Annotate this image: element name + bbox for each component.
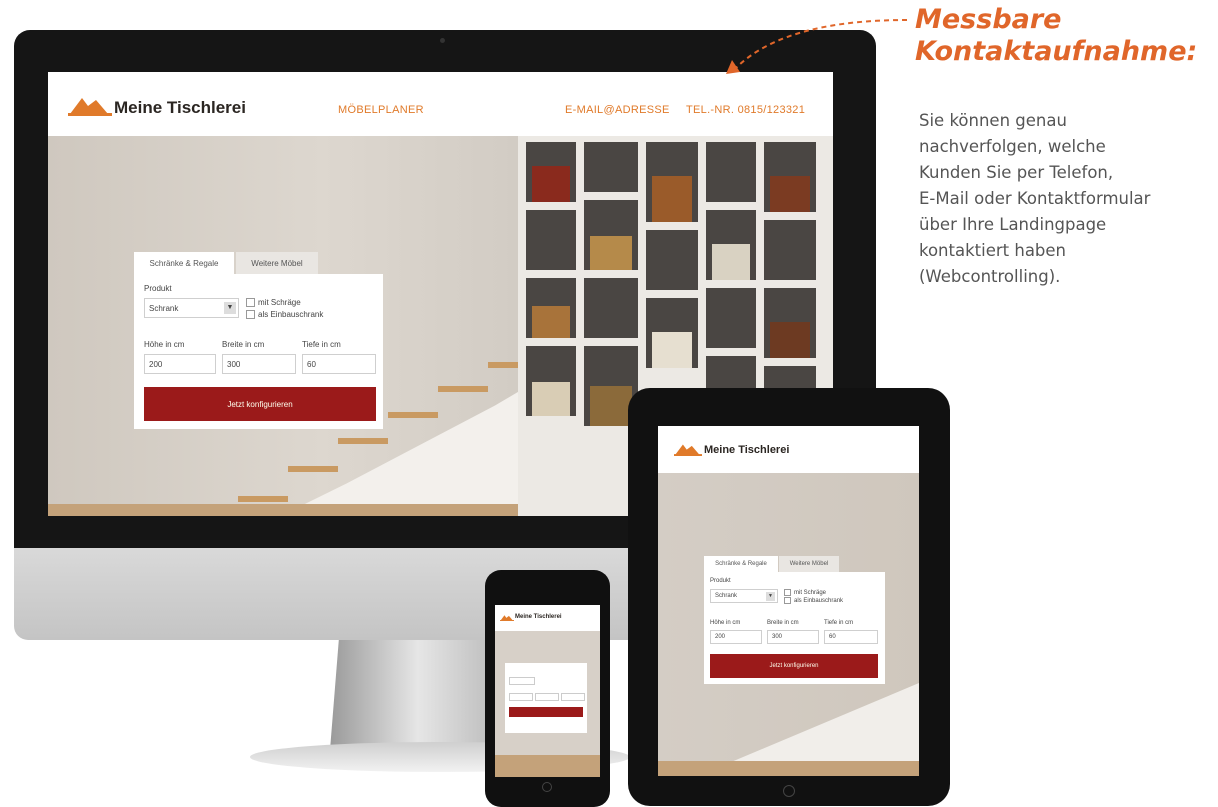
tab-weitere-moebel[interactable]: Weitere Möbel xyxy=(236,252,318,274)
configure-button[interactable]: Jetzt konfigurieren xyxy=(710,654,878,678)
width-label: Breite in cm xyxy=(767,620,799,626)
tablet-screen: Meine Tischlerei Schränke & Regale Weite… xyxy=(658,426,919,776)
tablet-tab-weitere-moebel[interactable]: Weitere Möbel xyxy=(779,556,839,572)
phone-home-button[interactable] xyxy=(542,782,552,792)
product-label: Produkt xyxy=(710,578,731,584)
dashed-arrow-icon xyxy=(726,19,908,74)
checkbox-label: als Einbauschrank xyxy=(258,310,324,319)
annotation-line: (Webcontrolling). xyxy=(919,267,1061,286)
height-input[interactable]: 200 xyxy=(710,630,762,644)
annotation-title-line1: Messbare xyxy=(915,4,1062,35)
phone-screen: Meine Tischlerei xyxy=(495,605,600,777)
product-label: Produkt xyxy=(144,284,172,293)
tablet-header: Meine Tischlerei xyxy=(658,426,919,473)
checkbox-label: mit Schräge xyxy=(794,589,827,596)
chevron-down-icon: ▼ xyxy=(766,592,775,601)
depth-label: Tiefe in cm xyxy=(302,340,341,349)
chevron-down-icon: ▼ xyxy=(224,302,236,314)
plane-logo-icon xyxy=(500,615,514,621)
phone-brand-name[interactable]: Meine Tischlerei xyxy=(515,614,562,620)
checkbox-icon xyxy=(784,589,791,596)
checkbox-mit-schraege[interactable]: mit Schräge xyxy=(784,589,826,596)
checkbox-mit-schraege[interactable]: mit Schräge xyxy=(246,298,301,307)
depth-input[interactable]: 60 xyxy=(302,354,376,374)
tab-schraenke[interactable]: Schränke & Regale xyxy=(134,252,234,274)
phone-floor xyxy=(495,755,600,777)
width-label: Breite in cm xyxy=(222,340,265,349)
width-input[interactable]: 300 xyxy=(767,630,819,644)
configurator-form: Produkt Schrank ▼ mit Schräge als Einbau… xyxy=(134,274,383,429)
tablet-brand-name[interactable]: Meine Tischlerei xyxy=(704,444,789,456)
product-select[interactable]: Schrank ▼ xyxy=(144,298,239,318)
checkbox-einbauschrank[interactable]: als Einbauschrank xyxy=(784,597,843,604)
checkbox-einbauschrank[interactable]: als Einbauschrank xyxy=(246,310,323,319)
annotation-line: nachverfolgen, welche xyxy=(919,137,1106,156)
annotation-line: E-Mail oder Kontaktformular xyxy=(919,189,1151,208)
annotation-line: über Ihre Landingpage xyxy=(919,215,1107,234)
product-select-value: Schrank xyxy=(715,593,738,599)
depth-label: Tiefe in cm xyxy=(824,620,854,626)
checkbox-icon xyxy=(784,597,791,604)
tablet-tab-schraenke[interactable]: Schränke & Regale xyxy=(704,556,778,572)
nav-email[interactable]: E-MAIL@ADRESSE xyxy=(565,104,670,116)
plane-logo-icon xyxy=(674,444,702,456)
configure-button[interactable]: Jetzt konfigurieren xyxy=(144,387,376,421)
product-select-value: Schrank xyxy=(149,303,179,313)
annotation-title-line2: Kontaktaufnahme: xyxy=(915,36,1198,67)
site-header: Meine Tischlerei MÖBELPLANER E-MAIL@ADRE… xyxy=(48,72,833,136)
height-label: Höhe in cm xyxy=(710,620,741,626)
imac-camera xyxy=(440,38,445,43)
plane-logo-icon xyxy=(68,98,112,116)
annotation-line: Kunden Sie per Telefon, xyxy=(919,163,1114,182)
height-label: Höhe in cm xyxy=(144,340,185,349)
nav-phone[interactable]: TEL.-NR. 0815/123321 xyxy=(686,104,805,116)
depth-input[interactable]: 60 xyxy=(824,630,878,644)
checkbox-label: mit Schräge xyxy=(258,298,301,307)
phone-configurator-form xyxy=(505,663,587,733)
width-input[interactable] xyxy=(535,693,559,701)
product-select[interactable] xyxy=(509,677,535,685)
depth-input[interactable] xyxy=(561,693,585,701)
product-select[interactable]: Schrank ▼ xyxy=(710,589,778,603)
nav-moebelplaner[interactable]: MÖBELPLANER xyxy=(338,104,424,116)
annotation-line: Sie können genau xyxy=(919,111,1067,130)
checkbox-label: als Einbauschrank xyxy=(794,597,844,604)
tablet-configurator-form: Produkt Schrank ▼ mit Schräge als Einbau… xyxy=(704,572,885,684)
checkbox-icon xyxy=(246,310,255,319)
checkbox-icon xyxy=(246,298,255,307)
configure-button[interactable] xyxy=(509,707,583,717)
height-input[interactable] xyxy=(509,693,533,701)
width-input[interactable]: 300 xyxy=(222,354,296,374)
annotation-line: kontaktiert haben xyxy=(919,241,1067,260)
height-input[interactable]: 200 xyxy=(144,354,216,374)
annotation-body: Sie können genau nachverfolgen, welche K… xyxy=(919,108,1217,290)
tablet-home-button[interactable] xyxy=(783,785,795,797)
brand-name[interactable]: Meine Tischlerei xyxy=(114,98,246,118)
annotation-title: Messbare Kontaktaufnahme: xyxy=(915,4,1215,68)
phone-header: Meine Tischlerei xyxy=(495,605,600,631)
